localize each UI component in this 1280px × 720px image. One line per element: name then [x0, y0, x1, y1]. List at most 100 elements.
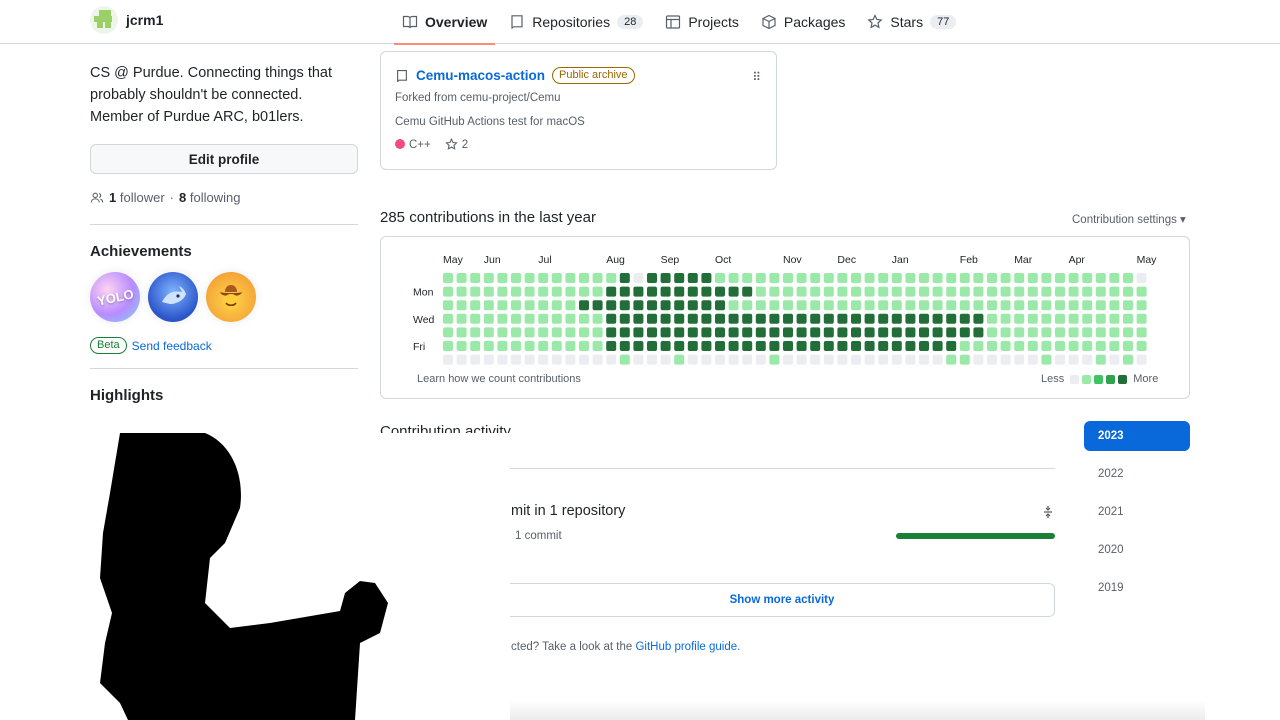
- contribution-day[interactable]: [769, 300, 780, 311]
- stargazers-link[interactable]: 2: [445, 138, 468, 151]
- contribution-day[interactable]: [606, 341, 617, 351]
- contribution-day[interactable]: [1123, 354, 1133, 365]
- contribution-day[interactable]: [973, 273, 984, 283]
- contribution-day[interactable]: [1014, 354, 1025, 365]
- contribution-day[interactable]: [851, 273, 861, 283]
- contribution-day[interactable]: [1055, 300, 1065, 311]
- contribution-day[interactable]: [783, 300, 793, 311]
- contribution-day[interactable]: [687, 313, 698, 324]
- contribution-day[interactable]: [715, 341, 725, 351]
- contribution-day[interactable]: [497, 300, 508, 311]
- contribution-day[interactable]: [633, 327, 644, 338]
- contribution-day[interactable]: [891, 313, 902, 324]
- contribution-day[interactable]: [891, 300, 902, 311]
- contribution-day[interactable]: [769, 327, 780, 338]
- contribution-day[interactable]: [851, 354, 861, 365]
- contribution-day[interactable]: [538, 354, 549, 365]
- contribution-day[interactable]: [1068, 286, 1079, 297]
- contribution-day[interactable]: [878, 273, 889, 283]
- contribution-day[interactable]: [1068, 273, 1079, 283]
- contribution-day[interactable]: [987, 327, 997, 338]
- contribution-day[interactable]: [864, 327, 875, 338]
- year-2020[interactable]: 2020: [1084, 535, 1190, 565]
- contribution-day[interactable]: [565, 341, 576, 351]
- contribution-day[interactable]: [497, 286, 508, 297]
- contribution-day[interactable]: [1055, 273, 1065, 283]
- contribution-day[interactable]: [810, 313, 821, 324]
- contribution-day[interactable]: [1109, 273, 1120, 283]
- contribution-day[interactable]: [551, 313, 562, 324]
- contribution-day[interactable]: [1014, 286, 1025, 297]
- contribution-day[interactable]: [755, 341, 766, 351]
- contribution-day[interactable]: [470, 327, 481, 338]
- contribution-day[interactable]: [1027, 273, 1038, 283]
- contribution-day[interactable]: [1082, 273, 1093, 283]
- contribution-day[interactable]: [715, 286, 725, 297]
- contribution-day[interactable]: [1123, 300, 1133, 311]
- contribution-day[interactable]: [1014, 327, 1025, 338]
- contribution-day[interactable]: [728, 354, 739, 365]
- contribution-day[interactable]: [891, 327, 902, 338]
- contribution-day[interactable]: [443, 300, 453, 311]
- contribution-day[interactable]: [823, 313, 834, 324]
- contribution-day[interactable]: [470, 341, 481, 351]
- contribution-day[interactable]: [851, 286, 861, 297]
- contribution-day[interactable]: [810, 273, 821, 283]
- contribution-day[interactable]: [851, 327, 861, 338]
- contribution-day[interactable]: [456, 300, 467, 311]
- contribution-day[interactable]: [470, 313, 481, 324]
- contribution-day[interactable]: [891, 273, 902, 283]
- profile-guide-link[interactable]: GitHub profile guide.: [635, 641, 740, 653]
- contribution-day[interactable]: [891, 286, 902, 297]
- contribution-day[interactable]: [1082, 327, 1093, 338]
- contribution-day[interactable]: [905, 300, 916, 311]
- contribution-day[interactable]: [796, 286, 807, 297]
- contribution-day[interactable]: [715, 327, 725, 338]
- contribution-day[interactable]: [783, 313, 793, 324]
- contribution-day[interactable]: [619, 300, 630, 311]
- contribution-day[interactable]: [905, 341, 916, 351]
- edit-profile-button[interactable]: Edit profile: [90, 144, 358, 174]
- contribution-day[interactable]: [687, 327, 698, 338]
- contribution-day[interactable]: [633, 273, 644, 283]
- contribution-day[interactable]: [715, 313, 725, 324]
- year-2019[interactable]: 2019: [1084, 573, 1190, 603]
- contribution-day[interactable]: [647, 327, 657, 338]
- contribution-day[interactable]: [1000, 341, 1011, 351]
- contribution-day[interactable]: [1000, 327, 1011, 338]
- contribution-day[interactable]: [565, 286, 576, 297]
- contribution-day[interactable]: [919, 286, 929, 297]
- fold-icon[interactable]: [1041, 505, 1055, 519]
- contribution-day[interactable]: [551, 273, 562, 283]
- contribution-day[interactable]: [1095, 273, 1106, 283]
- contribution-day[interactable]: [973, 354, 984, 365]
- contribution-day[interactable]: [1000, 354, 1011, 365]
- contribution-day[interactable]: [1055, 286, 1065, 297]
- contribution-day[interactable]: [742, 273, 753, 283]
- contribution-day[interactable]: [987, 300, 997, 311]
- contribution-day[interactable]: [524, 273, 535, 283]
- contribution-day[interactable]: [633, 354, 644, 365]
- contribution-day[interactable]: [823, 354, 834, 365]
- contribution-day[interactable]: [674, 341, 685, 351]
- contribution-day[interactable]: [443, 286, 453, 297]
- contribution-day[interactable]: [973, 327, 984, 338]
- contribution-day[interactable]: [524, 313, 535, 324]
- contribution-day[interactable]: [823, 286, 834, 297]
- contribution-day[interactable]: [660, 313, 671, 324]
- contribution-day[interactable]: [701, 313, 712, 324]
- contribution-day[interactable]: [524, 300, 535, 311]
- contribution-day[interactable]: [647, 273, 657, 283]
- contribution-day[interactable]: [1041, 300, 1052, 311]
- contribution-day[interactable]: [1082, 313, 1093, 324]
- contribution-day[interactable]: [674, 327, 685, 338]
- contribution-day[interactable]: [538, 327, 549, 338]
- contribution-day[interactable]: [755, 286, 766, 297]
- contribution-day[interactable]: [905, 313, 916, 324]
- tab-stars[interactable]: Stars 77: [859, 0, 964, 44]
- contribution-day[interactable]: [810, 300, 821, 311]
- contribution-day[interactable]: [647, 341, 657, 351]
- contribution-day[interactable]: [565, 327, 576, 338]
- contribution-day[interactable]: [660, 300, 671, 311]
- contribution-day[interactable]: [1068, 341, 1079, 351]
